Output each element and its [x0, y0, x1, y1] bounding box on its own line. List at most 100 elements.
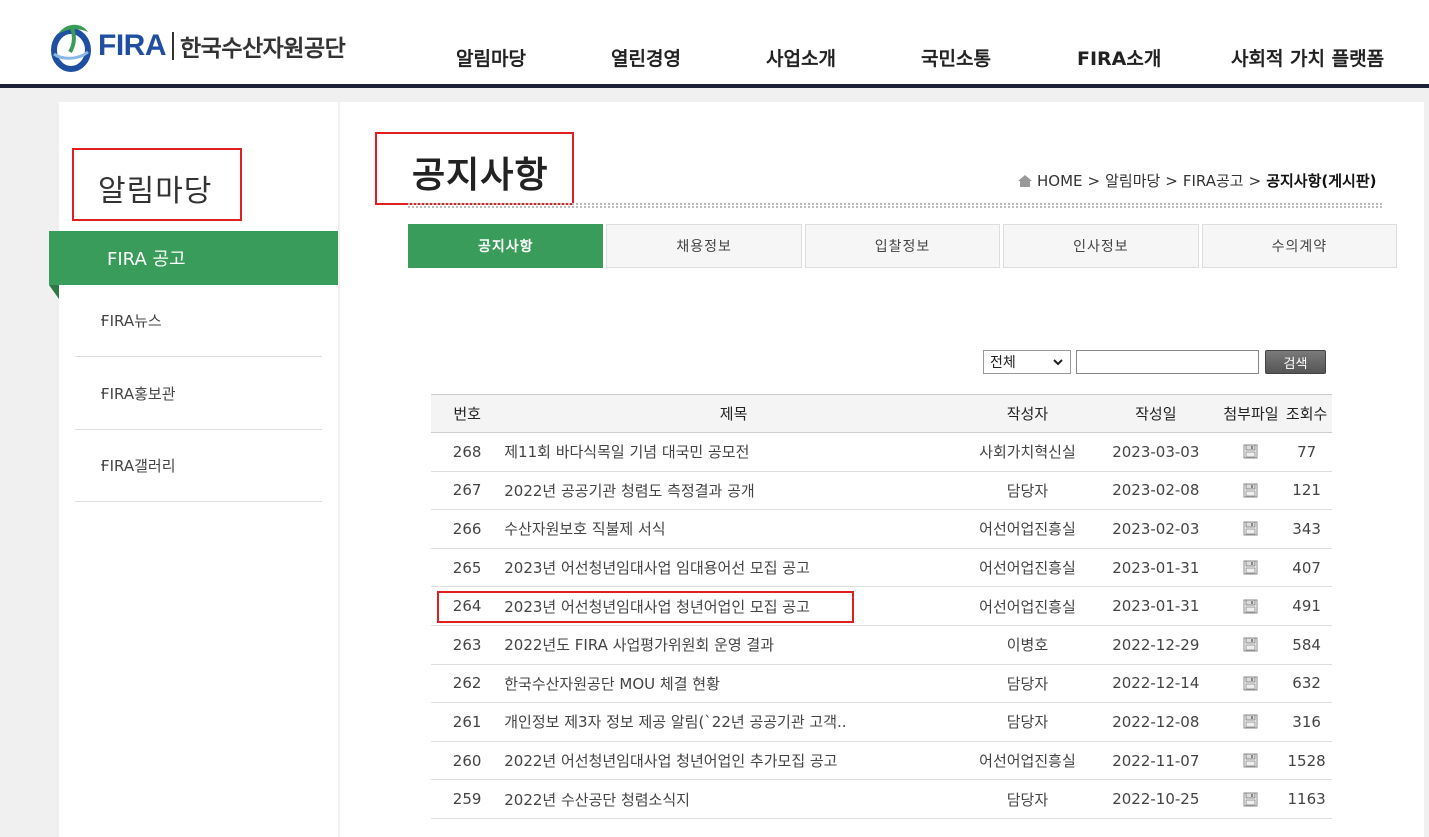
breadcrumb-separator-icon: >: [1248, 171, 1262, 190]
row-author: 어선어업진흥실: [979, 559, 1076, 578]
row-title-link[interactable]: 한국수산자원공단 MOU 체결 현황: [503, 673, 964, 694]
row-attachment[interactable]: [1221, 637, 1282, 652]
row-date: 2023-03-03: [1112, 442, 1200, 461]
search-button[interactable]: 검색: [1265, 350, 1326, 374]
row-attachment[interactable]: [1221, 714, 1282, 729]
row-attachment[interactable]: [1221, 792, 1282, 807]
table-row[interactable]: 265 2023년 어선청년임대사업 임대용어선 모집 공고 어선어업진흥실 2023…: [431, 549, 1332, 588]
row-views: 407: [1292, 558, 1321, 577]
row-title-link[interactable]: 2022년 어선청년임대사업 청년어업인 추가모집 공고: [503, 750, 964, 771]
row-title-link[interactable]: 2022년 수산공단 청렴소식지: [503, 789, 964, 810]
row-number: 261: [452, 712, 482, 731]
bullet-icon: ·: [100, 386, 104, 400]
row-date: 2022-12-08: [1112, 712, 1200, 731]
table-row[interactable]: 262 한국수산자원공단 MOU 체결 현황 담당자 2022-12-14 632: [431, 665, 1332, 704]
row-views: 584: [1292, 635, 1321, 654]
attachment-file-icon: [1243, 560, 1258, 575]
table-row[interactable]: 266 수산자원보호 직불제 서식 어선어업진흥실 2023-02-03 343: [431, 510, 1332, 549]
row-title-link[interactable]: 2023년 어선청년임대사업 임대용어선 모집 공고: [503, 557, 964, 578]
gnb-item-business[interactable]: 사업소개: [766, 44, 836, 71]
row-attachment[interactable]: [1221, 521, 1282, 536]
breadcrumb: HOME > 알림마당 > FIRA공고 > 공지사항(게시판): [1018, 170, 1377, 191]
header-attachment: 첨부파일: [1223, 405, 1279, 423]
tab-recruitment[interactable]: 채용정보: [606, 224, 802, 268]
search-input[interactable]: [1076, 350, 1259, 374]
row-attachment[interactable]: [1221, 483, 1282, 498]
row-author: 사회가치혁신실: [979, 443, 1076, 462]
row-title-link[interactable]: 2022년 공공기관 청렴도 측정결과 공개: [503, 480, 964, 501]
tab-bidding[interactable]: 입찰정보: [804, 224, 1001, 268]
gnb-item-communication[interactable]: 국민소통: [921, 44, 991, 71]
row-title-link[interactable]: 2022년도 FIRA 사업평가위원회 운영 결과: [503, 634, 964, 655]
row-title-link[interactable]: 개인정보 제3자 정보 제공 알림(`22년 공공기관 고객..: [503, 711, 964, 732]
row-views: 343: [1292, 519, 1321, 538]
tab-private-contract[interactable]: 수의계약: [1201, 224, 1398, 268]
bullet-icon: ·: [100, 458, 104, 472]
row-highlight: [437, 591, 854, 623]
breadcrumb-separator-icon: >: [1165, 171, 1178, 190]
breadcrumb-notice[interactable]: 알림마당: [1105, 170, 1160, 191]
row-title-link[interactable]: 제11회 바다식목일 기념 대국민 공모전: [503, 441, 964, 462]
table-body: 268 제11회 바다식목일 기념 대국민 공모전 사회가치혁신실 2023-03-0…: [431, 433, 1332, 819]
table-row[interactable]: 263 2022년도 FIRA 사업평가위원회 운영 결과 이병호 2022-12-2…: [431, 626, 1332, 665]
row-author: 어선어업진흥실: [979, 520, 1076, 539]
site-header: FIRA 한국수산자원공단 알림마당 열린경영 사업소개 국민소통 FIRA소개…: [0, 0, 1429, 88]
row-author: 담당자: [1006, 790, 1049, 809]
page-title: 공지사항: [412, 155, 549, 196]
table-row[interactable]: 260 2022년 어선청년임대사업 청년어업인 추가모집 공고 어선어업진흥실 20…: [431, 742, 1332, 781]
row-author: 담당자: [1006, 713, 1049, 732]
table-row[interactable]: 267 2022년 공공기관 청렴도 측정결과 공개 담당자 2023-02-08 12…: [431, 472, 1332, 511]
row-number: 262: [452, 674, 482, 693]
row-attachment[interactable]: [1221, 560, 1282, 575]
tab-personnel[interactable]: 인사정보: [1003, 224, 1199, 268]
gnb-item-social-value[interactable]: 사회적 가치 플랫폼: [1231, 44, 1384, 71]
row-views: 632: [1292, 674, 1321, 693]
sidebar-item-fira-gallery[interactable]: · FIRA갤러리: [75, 429, 322, 502]
attachment-file-icon: [1243, 714, 1258, 729]
row-date: 2022-11-07: [1112, 751, 1200, 770]
row-author: 어선어업진흥실: [979, 752, 1076, 771]
breadcrumb-current: 공지사항(게시판): [1266, 172, 1377, 190]
row-date: 2023-01-31: [1112, 597, 1200, 616]
gnb-item-notice[interactable]: 알림마당: [456, 44, 526, 71]
row-number: 268: [452, 442, 482, 461]
row-attachment[interactable]: [1221, 753, 1282, 768]
header-number: 번호: [453, 405, 481, 423]
breadcrumb-fira-notice[interactable]: FIRA공고: [1183, 170, 1244, 191]
row-attachment[interactable]: [1221, 599, 1282, 614]
row-attachment[interactable]: [1221, 676, 1282, 691]
attachment-file-icon: [1243, 792, 1258, 807]
table-header: 번호 제목 작성자 작성일 첨부파일 조회수: [431, 394, 1332, 433]
attachment-file-icon: [1243, 483, 1258, 498]
row-number: 259: [452, 790, 482, 809]
row-views: 77: [1297, 442, 1317, 461]
sidebar-item-fira-notice[interactable]: FIRA 공고: [49, 231, 338, 285]
row-title-link[interactable]: 수산자원보호 직불제 서식: [503, 518, 964, 539]
row-date: 2023-02-08: [1112, 481, 1200, 500]
row-views: 491: [1292, 597, 1321, 616]
chevron-down-icon: [1053, 359, 1063, 366]
sidebar-item-fira-news[interactable]: · FIRA뉴스: [75, 284, 322, 357]
attachment-file-icon: [1243, 444, 1258, 459]
breadcrumb-separator-icon: >: [1087, 171, 1101, 190]
attachment-file-icon: [1243, 599, 1258, 614]
table-row[interactable]: 259 2022년 수산공단 청렴소식지 담당자 2022-10-25 1163: [431, 780, 1332, 819]
row-views: 1163: [1287, 790, 1326, 809]
row-date: 2023-01-31: [1112, 558, 1200, 577]
row-author: 이병호: [1006, 636, 1049, 655]
header-views: 조회수: [1285, 405, 1328, 423]
gnb-item-about[interactable]: FIRA소개: [1077, 44, 1161, 71]
tab-notice[interactable]: 공지사항: [408, 224, 604, 268]
search-scope-select[interactable]: 전체: [983, 350, 1071, 374]
header-author: 작성자: [1006, 405, 1049, 423]
sidebar-item-fira-pr[interactable]: · FIRA홍보관: [75, 357, 322, 430]
breadcrumb-home[interactable]: HOME: [1037, 172, 1083, 190]
header-title: 제목: [719, 405, 748, 423]
board-tabs: 공지사항 채용정보 입찰정보 인사정보 수의계약: [408, 224, 1398, 268]
row-number: 265: [452, 558, 482, 577]
gnb-item-open-management[interactable]: 열린경영: [611, 44, 681, 71]
table-row[interactable]: 268 제11회 바다식목일 기념 대국민 공모전 사회가치혁신실 2023-03-0…: [431, 433, 1332, 472]
sidebar-item-label: FIRA뉴스: [101, 311, 162, 330]
row-attachment[interactable]: [1221, 444, 1282, 459]
table-row[interactable]: 261 개인정보 제3자 정보 제공 알림(`22년 공공기관 고객.. 담당자 20…: [431, 703, 1332, 742]
